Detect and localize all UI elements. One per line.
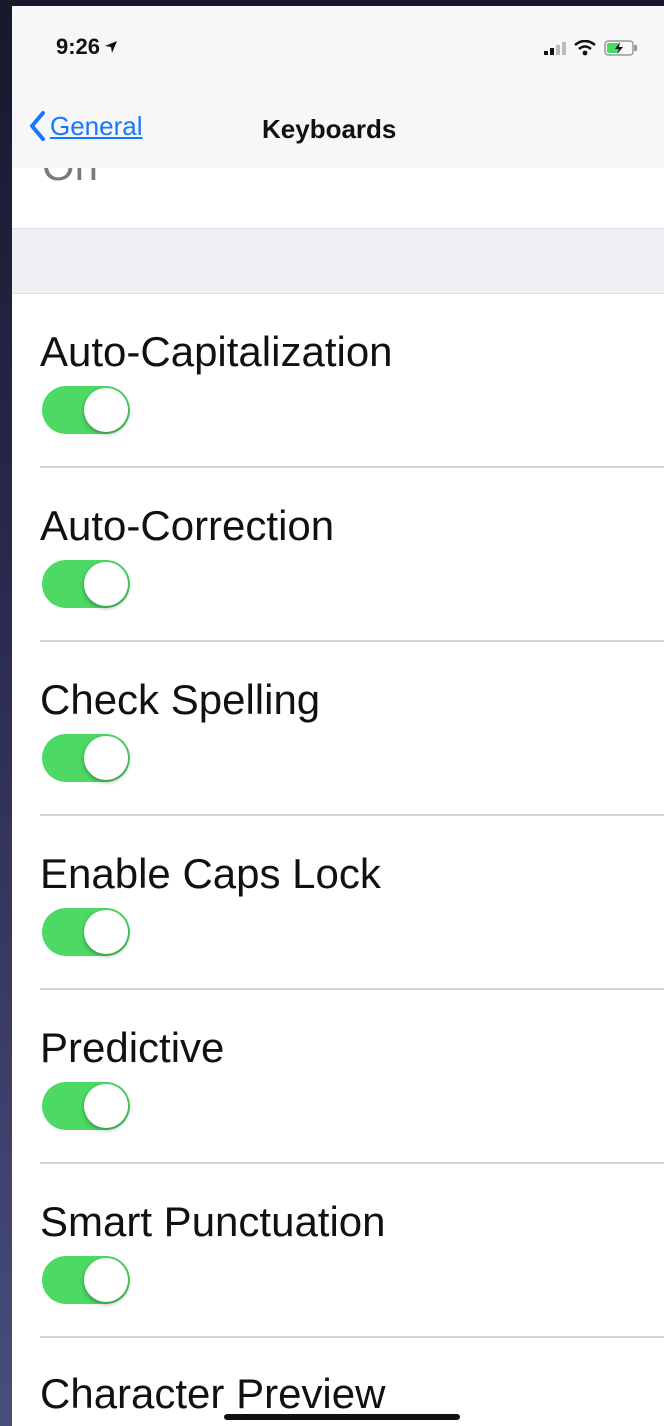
toggle-switch[interactable] bbox=[42, 560, 130, 608]
status-bar: 9:26 bbox=[12, 6, 664, 86]
toggle-knob bbox=[84, 388, 128, 432]
setting-label: Smart Punctuation bbox=[40, 1198, 386, 1245]
setting-row-auto-correction: Auto-Correction bbox=[12, 468, 664, 642]
toggle-knob bbox=[84, 1258, 128, 1302]
toggle-switch[interactable] bbox=[42, 1082, 130, 1130]
chevron-left-icon bbox=[30, 111, 45, 141]
section-separator bbox=[12, 228, 664, 294]
location-arrow-icon bbox=[105, 41, 118, 53]
page-title: Keyboards bbox=[262, 114, 397, 144]
setting-label: Auto-Capitalization bbox=[40, 328, 393, 375]
toggle-switch[interactable] bbox=[42, 386, 130, 434]
toggle-knob bbox=[84, 910, 128, 954]
back-label[interactable]: General bbox=[50, 111, 143, 142]
status-time: 9:26 bbox=[56, 34, 118, 60]
phone-screen: 9:26 General Keyboards Auto-Capitalizati… bbox=[12, 6, 664, 1426]
navigation-bar: General Keyboards bbox=[12, 86, 664, 169]
status-icons bbox=[544, 40, 638, 56]
setting-label: Predictive bbox=[40, 1024, 225, 1071]
setting-row-smart-punctuation: Smart Punctuation bbox=[12, 1164, 664, 1338]
toggle-switch[interactable] bbox=[42, 734, 130, 782]
toggle-switch[interactable] bbox=[42, 908, 130, 956]
back-button[interactable]: General bbox=[28, 110, 143, 142]
previous-setting-value: On bbox=[42, 168, 98, 190]
underline-annotation bbox=[224, 1414, 460, 1420]
settings-list: Auto-Capitalization Auto-Correction Check … bbox=[12, 294, 664, 1338]
signal-icon bbox=[544, 42, 566, 55]
setting-label: Check Spelling bbox=[40, 676, 321, 723]
wifi-icon bbox=[574, 40, 596, 56]
toggle-knob bbox=[84, 1084, 128, 1128]
setting-label: Enable Caps Lock bbox=[40, 850, 381, 897]
setting-label: Auto-Correction bbox=[40, 502, 335, 549]
setting-row-enable-caps-lock: Enable Caps Lock bbox=[12, 816, 664, 990]
toggle-switch[interactable] bbox=[42, 1256, 130, 1304]
toggle-knob bbox=[84, 736, 128, 780]
setting-row-predictive: Predictive bbox=[12, 990, 664, 1164]
setting-row-character-preview[interactable]: Character Preview bbox=[12, 1338, 664, 1426]
setting-label: Character Preview bbox=[40, 1370, 386, 1417]
battery-charging-icon bbox=[604, 40, 637, 56]
setting-row-check-spelling: Check Spelling bbox=[12, 642, 664, 816]
previous-setting-row: On bbox=[12, 168, 664, 228]
time-text: 9:26 bbox=[56, 34, 101, 59]
toggle-knob bbox=[84, 562, 128, 606]
setting-row-auto-capitalization: Auto-Capitalization bbox=[12, 294, 664, 468]
